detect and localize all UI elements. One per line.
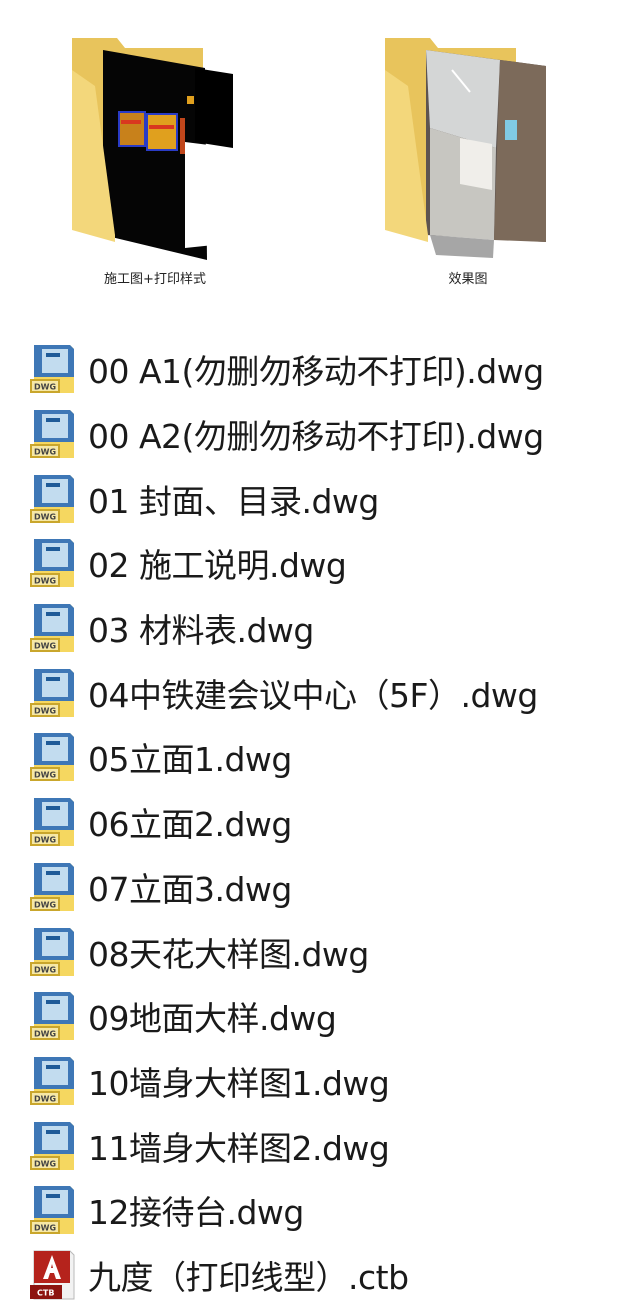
- svg-text:DWG: DWG: [34, 1030, 56, 1039]
- dwg-file-icon: DWG: [30, 410, 74, 459]
- dwg-file-icon: DWG: [30, 798, 74, 847]
- dwg-file-icon: DWG: [30, 927, 74, 976]
- dwg-file-icon: DWG: [30, 1121, 74, 1170]
- list-item[interactable]: DWG 10墙身大样图1.dwg: [28, 1049, 622, 1114]
- file-name: 02 施工说明.dwg: [88, 546, 347, 586]
- list-item[interactable]: DWG 00 A1(勿删勿移动不打印).dwg: [28, 337, 622, 402]
- svg-text:DWG: DWG: [34, 836, 56, 845]
- file-name: 九度（打印线型）.ctb: [88, 1257, 409, 1297]
- file-name: 08天花大样图.dwg: [88, 934, 369, 974]
- svg-text:DWG: DWG: [34, 771, 56, 780]
- svg-text:DWG: DWG: [34, 965, 56, 974]
- list-item[interactable]: DWG 07立面3.dwg: [28, 855, 622, 920]
- svg-text:DWG: DWG: [34, 1094, 56, 1103]
- svg-text:DWG: DWG: [34, 642, 56, 651]
- dwg-file-icon: DWG: [30, 733, 74, 782]
- file-name: 07立面3.dwg: [88, 869, 292, 909]
- svg-text:DWG: DWG: [34, 706, 56, 715]
- file-name: 06立面2.dwg: [88, 805, 292, 845]
- dwg-file-icon: DWG: [30, 668, 74, 717]
- file-list: DWG 00 A1(勿删勿移动不打印).dwg DWG 00 A2(勿删勿移动不…: [28, 337, 622, 1307]
- folder-area: 施工图+打印样式 效果图: [0, 0, 622, 320]
- folder-with-cad-preview-icon: [72, 38, 233, 260]
- list-item[interactable]: DWG 05立面1.dwg: [28, 725, 622, 790]
- folder-item[interactable]: 效果图: [368, 30, 568, 287]
- dwg-file-icon: DWG: [30, 1186, 74, 1235]
- list-item[interactable]: DWG 06立面2.dwg: [28, 790, 622, 855]
- file-name: 03 材料表.dwg: [88, 611, 314, 651]
- list-item[interactable]: DWG 04中铁建会议中心（5F）.dwg: [28, 660, 622, 725]
- file-name: 00 A2(勿删勿移动不打印).dwg: [88, 417, 544, 457]
- dwg-file-icon: DWG: [30, 539, 74, 588]
- dwg-file-icon: DWG: [30, 1056, 74, 1105]
- folder-name: 效果图: [448, 272, 488, 287]
- file-name: 09地面大样.dwg: [88, 999, 337, 1039]
- list-item[interactable]: DWG 11墙身大样图2.dwg: [28, 1113, 622, 1178]
- svg-text:DWG: DWG: [34, 900, 56, 909]
- ctb-file-icon: CTB: [30, 1250, 75, 1300]
- file-name: 11墙身大样图2.dwg: [88, 1128, 390, 1168]
- svg-text:DWG: DWG: [34, 383, 56, 392]
- file-name: 00 A1(勿删勿移动不打印).dwg: [88, 352, 544, 392]
- svg-text:DWG: DWG: [34, 512, 56, 521]
- dwg-file-icon: DWG: [30, 992, 74, 1041]
- file-name: 05立面1.dwg: [88, 740, 292, 780]
- file-name: 10墙身大样图1.dwg: [88, 1063, 390, 1103]
- list-item[interactable]: DWG 12接待台.dwg: [28, 1178, 622, 1243]
- file-name: 01 封面、目录.dwg: [88, 481, 379, 521]
- svg-text:DWG: DWG: [34, 448, 56, 457]
- list-item[interactable]: DWG 08天花大样图.dwg: [28, 919, 622, 984]
- list-item[interactable]: DWG 01 封面、目录.dwg: [28, 466, 622, 531]
- list-item[interactable]: DWG 03 材料表.dwg: [28, 596, 622, 661]
- dwg-file-icon: DWG: [30, 474, 74, 523]
- list-item[interactable]: DWG 00 A2(勿删勿移动不打印).dwg: [28, 402, 622, 467]
- dwg-file-icon: DWG: [30, 345, 74, 394]
- dwg-file-icon: DWG: [30, 604, 74, 653]
- list-item[interactable]: DWG 02 施工说明.dwg: [28, 531, 622, 596]
- svg-text:CTB: CTB: [37, 1288, 54, 1297]
- folder-with-rendering-preview-icon: [385, 38, 546, 258]
- svg-text:DWG: DWG: [34, 577, 56, 586]
- list-item[interactable]: DWG 09地面大样.dwg: [28, 984, 622, 1049]
- folder-name: 施工图+打印样式: [104, 272, 206, 287]
- dwg-file-icon: DWG: [30, 862, 74, 911]
- folder-item[interactable]: 施工图+打印样式: [55, 30, 255, 287]
- svg-text:DWG: DWG: [34, 1224, 56, 1233]
- file-name: 12接待台.dwg: [88, 1193, 304, 1233]
- file-name: 04中铁建会议中心（5F）.dwg: [88, 675, 538, 715]
- svg-text:DWG: DWG: [34, 1159, 56, 1168]
- list-item[interactable]: CTB 九度（打印线型）.ctb: [28, 1243, 622, 1308]
